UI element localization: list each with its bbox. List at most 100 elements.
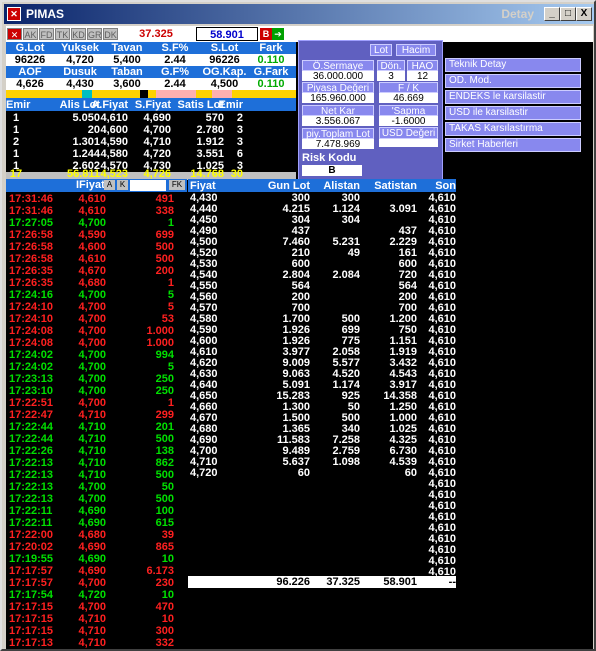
close-small-icon[interactable]: ✕: [7, 28, 22, 40]
app-icon: ✕: [7, 7, 21, 21]
trade-lot: 5: [167, 361, 174, 373]
grid-cell: 49: [347, 247, 360, 259]
tab-fd[interactable]: FD: [39, 28, 54, 40]
trade-price: 4,670: [78, 265, 106, 277]
depth-cell: 1: [12, 148, 20, 160]
trade-price: 4,700: [78, 601, 106, 613]
title-bar[interactable]: ✕ PIMAS Detay _ □ X: [4, 4, 594, 24]
link-1[interactable]: OD. Mod.: [445, 74, 581, 88]
trade-lot: 338: [155, 205, 174, 217]
grid-cell: 3.091: [389, 203, 417, 215]
fk-filter-button[interactable]: FK: [169, 180, 185, 190]
trade-price: 4,600: [78, 241, 106, 253]
filter-input[interactable]: [130, 180, 166, 191]
summary-header2-cell: AOF: [18, 66, 42, 78]
lot-button[interactable]: Lot: [370, 44, 392, 56]
link-2[interactable]: ENDEKS le karsilastir: [445, 90, 581, 104]
trade-time: 17:24:08: [9, 325, 54, 337]
usd-value: [379, 139, 438, 147]
depth-cell: 4,600: [100, 124, 128, 136]
trade-time: 17:26:58: [9, 241, 54, 253]
trade-time: 17:17:57: [9, 577, 54, 589]
trade-price: 4,710: [78, 457, 106, 469]
trade-lot: 500: [155, 241, 174, 253]
trade-price: 4,700: [78, 337, 106, 349]
link-3[interactable]: USD ile karsilastir: [445, 106, 581, 120]
summary-header-cell: Fark: [259, 42, 283, 54]
trade-time: 17:19:55: [9, 553, 54, 565]
summary-value2-cell: 3,600: [113, 78, 141, 90]
trade-price: 4,700: [78, 313, 106, 325]
tab-dk[interactable]: DK: [103, 28, 118, 40]
grid-cell: 4,720: [190, 467, 218, 479]
summary-header2-cell: OG.Kap.: [202, 66, 247, 78]
tab-kd[interactable]: KD: [71, 28, 86, 40]
hacim-button[interactable]: Hacim: [396, 44, 436, 56]
trade-time: 17:23:13: [9, 373, 54, 385]
summary-header-cell: S.Lot: [210, 42, 239, 54]
trade-lot: 6.173: [146, 565, 174, 577]
trade-lot: 250: [155, 385, 174, 397]
b-button[interactable]: B: [260, 28, 272, 40]
summary-header-cell: Yuksek: [61, 42, 99, 54]
link-4[interactable]: TAKAS Karsılastırma: [445, 122, 581, 136]
trade-price: 4,700: [78, 373, 106, 385]
trade-lot: 100: [155, 505, 174, 517]
arrow-icon[interactable]: ➔: [272, 28, 284, 40]
k-filter-button[interactable]: K: [117, 180, 128, 190]
trade-price: 4,700: [78, 397, 106, 409]
trade-time: 17:24:02: [9, 349, 54, 361]
trade-time: 17:24:08: [9, 337, 54, 349]
tab-tk[interactable]: TK: [55, 28, 70, 40]
depth-cell: 2: [236, 112, 243, 124]
trade-time: 17:24:10: [9, 301, 54, 313]
summary-value-cell: 5,400: [113, 54, 141, 66]
value-blue-input[interactable]: 58.901: [196, 27, 258, 41]
trade-lot: 5: [167, 289, 174, 301]
trade-lot: 10: [161, 589, 174, 601]
close-button[interactable]: X: [576, 7, 592, 21]
summary-value2-cell: 4,626: [16, 78, 44, 90]
trade-time: 17:22:47: [9, 409, 54, 421]
trade-lot: 865: [155, 541, 174, 553]
trade-price: 4,720: [78, 589, 106, 601]
tab-ak[interactable]: AK: [23, 28, 38, 40]
trade-time: 17:22:11: [9, 505, 53, 517]
trade-lot: 862: [155, 457, 174, 469]
trade-lot: 994: [155, 349, 174, 361]
trade-time: 17:20:02: [9, 541, 54, 553]
risk-value: B: [302, 165, 362, 176]
trade-price: 4,710: [78, 445, 106, 457]
trade-time: 17:26:35: [9, 277, 54, 289]
trade-lot: 10: [161, 553, 174, 565]
trade-price: 4,700: [78, 361, 106, 373]
trade-time: 17:22:51: [9, 397, 54, 409]
tab-gr[interactable]: GR: [87, 28, 102, 40]
depth-cell: 570: [205, 112, 224, 124]
trade-lot: 491: [155, 193, 174, 205]
trade-price: 4,710: [78, 637, 106, 649]
usd-button[interactable]: USD Değeri: [379, 127, 438, 139]
depth-cell: 2.780: [196, 124, 224, 136]
trade-lot: 201: [155, 421, 174, 433]
grid-cell: 2.084: [332, 269, 360, 281]
link-0[interactable]: Teknik Detay: [445, 58, 581, 72]
grid-cell: 60: [297, 467, 310, 479]
trade-time: 17:24:16: [9, 289, 54, 301]
depth-cell: 6: [236, 148, 243, 160]
link-5[interactable]: Sirket Haberleri: [445, 138, 581, 152]
trade-price: 4,710: [78, 469, 106, 481]
value-red: 37.325: [126, 27, 186, 41]
grid-total-cell: --: [448, 576, 456, 588]
maximize-button[interactable]: □: [560, 7, 576, 21]
don-label: Dön.: [377, 60, 405, 72]
depth-cell: 4,710: [143, 136, 171, 148]
trade-time: 17:17:15: [9, 613, 54, 625]
trade-price: 4,680: [78, 529, 106, 541]
summary-header2-cell: Dusuk: [63, 66, 97, 78]
trade-lot: 250: [155, 373, 174, 385]
trade-price: 4,590: [78, 229, 106, 241]
a-filter-button[interactable]: A: [104, 180, 115, 190]
minimize-button[interactable]: _: [544, 7, 560, 21]
depth-cell: 4,590: [100, 136, 128, 148]
